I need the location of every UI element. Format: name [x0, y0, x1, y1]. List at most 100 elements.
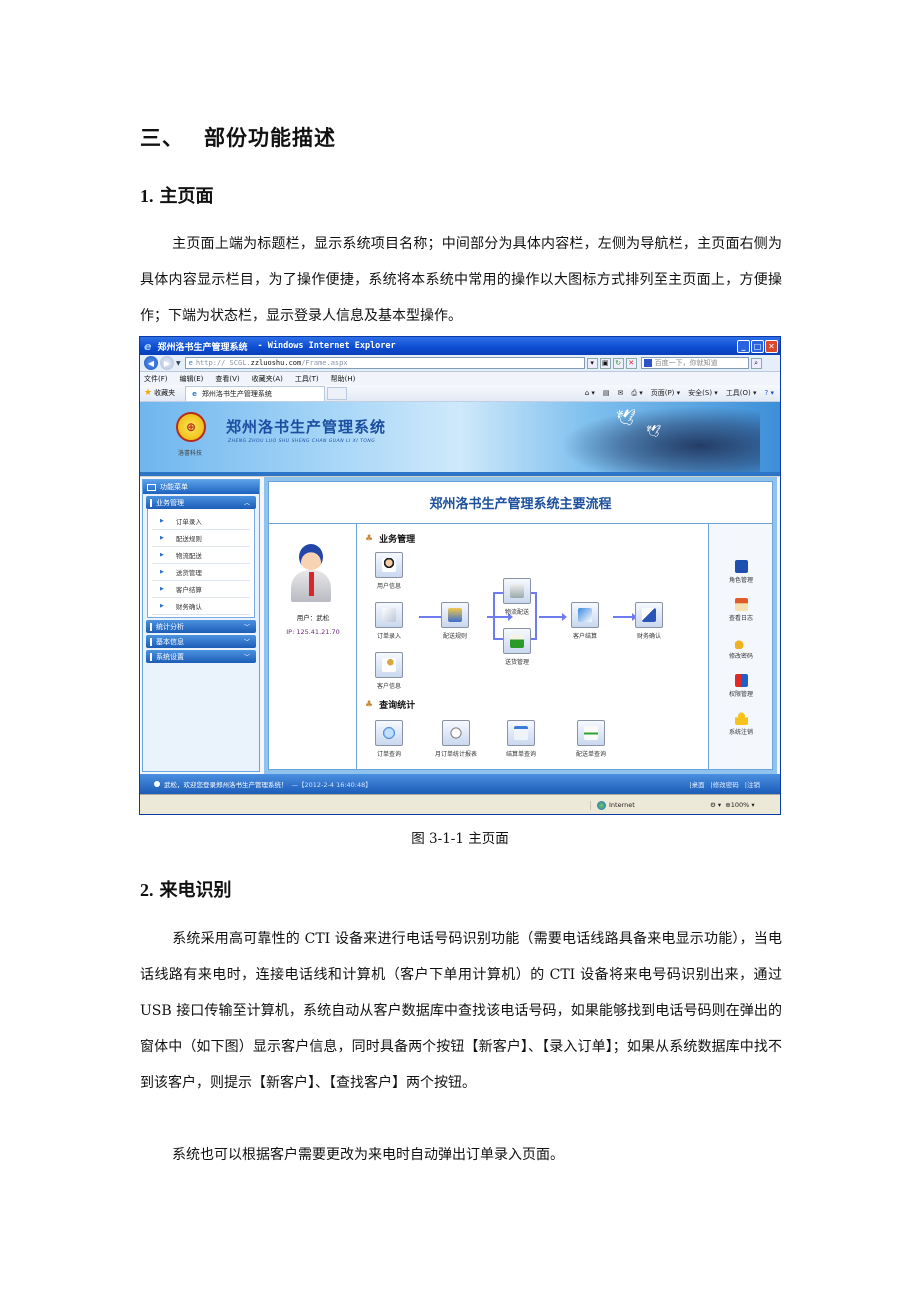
minimize-button[interactable]: _ — [737, 339, 750, 353]
item-label: 订单录入 — [175, 518, 202, 526]
home-icon[interactable]: ⌂ ▾ — [585, 389, 595, 397]
sidebar-item-settlement[interactable]: ▶ 客户结算 — [152, 581, 250, 598]
node-monthly-report[interactable]: 月订单统计报表 — [423, 720, 489, 758]
baidu-icon — [643, 359, 652, 367]
group-marker-icon — [150, 637, 152, 646]
subsection-number: 2. — [140, 880, 154, 900]
action-logout[interactable]: 系统注销 — [709, 712, 773, 736]
url-prefix: http:// SCGL. — [195, 359, 251, 367]
zoom-level[interactable]: ⚙ ▾ ⊕100% ▾ — [700, 801, 780, 809]
node-label: 月订单统计报表 — [434, 751, 477, 758]
browser-tab[interactable]: e 郑州洛书生产管理系统 — [185, 385, 326, 401]
node-settlement-query[interactable]: 结算单查询 — [495, 720, 547, 758]
sidebar-item-delivery-rule[interactable]: ▶ 配送规则 — [152, 530, 250, 547]
print-icon[interactable]: ⎙ ▾ — [631, 389, 642, 398]
item-label: 财务确认 — [175, 603, 202, 611]
compat-view-icon[interactable]: ▣ — [599, 357, 611, 369]
star-icon: ★ — [144, 388, 153, 398]
log-icon — [734, 598, 748, 611]
banner-image: 🕊 🕊 — [560, 406, 760, 472]
favorites-button[interactable]: 收藏夹 — [154, 388, 175, 398]
feeds-icon[interactable]: ▤ — [603, 389, 610, 397]
history-dropdown-icon[interactable]: ▼ — [176, 360, 181, 367]
action-label: 角色管理 — [728, 577, 753, 584]
help-menu[interactable]: ? ▾ — [765, 389, 774, 397]
node-delivery-query[interactable]: 配送单查询 — [565, 720, 617, 758]
sidebar-group-business[interactable]: 业务管理 ︿ — [146, 496, 256, 509]
sidebar-item-finance[interactable]: ▶ 财务确认 — [152, 598, 250, 615]
tab-page-icon: e — [192, 389, 197, 398]
menu-file[interactable]: 文件(F) — [144, 374, 168, 384]
desktop-link[interactable]: |桌面 — [689, 779, 704, 789]
section-label: 查询统计 — [379, 701, 416, 711]
chevron-down-icon: ﹀ — [243, 654, 250, 661]
sidebar-item-logistics[interactable]: ▶ 物流配送 — [152, 547, 250, 564]
menu-tools[interactable]: 工具(T) — [295, 374, 319, 384]
sidebar-group-basic-info[interactable]: 基本信息 ﹀ — [146, 635, 256, 648]
close-button[interactable]: ✕ — [765, 339, 778, 353]
new-tab-button[interactable] — [327, 386, 348, 400]
action-permission-mgmt[interactable]: 权限管理 — [709, 674, 773, 698]
maximize-button[interactable]: □ — [751, 339, 764, 353]
stop-icon[interactable]: ✕ — [625, 357, 637, 369]
page-menu[interactable]: 页面(P) ▾ — [651, 388, 680, 398]
sidebar-header: 功能菜单 — [143, 480, 259, 494]
search-input[interactable]: 百度一下，你就知道 — [640, 357, 749, 369]
action-change-password[interactable]: 修改密码 — [709, 636, 773, 660]
sidebar-group-statistics[interactable]: 统计分析 ﹀ — [146, 620, 256, 633]
safety-menu[interactable]: 安全(S) ▾ — [688, 388, 718, 398]
logout-link[interactable]: |注销 — [745, 779, 760, 789]
browser-status-bar: Internet ⚙ ▾ ⊕100% ▾ — [140, 794, 780, 814]
flow-diagram: 郑州洛书生产管理系统主要流程 用户：武松 IP: 125.41.21.70 ♣ … — [268, 481, 773, 770]
logout-figure-icon — [734, 712, 748, 725]
paragraph-caller-id: 系统采用高可靠性的 CTI 设备来进行电话号码识别功能（需要电话线路具备来电显示… — [140, 921, 782, 1101]
node-user-info[interactable]: 用户信息 — [363, 552, 415, 590]
figure-screenshot: e 郑州洛书生产管理系统 - Windows Internet Explorer… — [139, 336, 781, 815]
menu-edit[interactable]: 编辑(E) — [180, 374, 204, 384]
item-label: 物流配送 — [175, 552, 202, 560]
search-icon[interactable]: ⌕ — [750, 357, 762, 369]
menu-bar: 文件(F) 编辑(E) 查看(V) 收藏夹(A) 工具(T) 帮助(H) — [140, 372, 780, 385]
action-role-mgmt[interactable]: 角色管理 — [709, 560, 773, 584]
sidebar-group-settings[interactable]: 系统设置 ﹀ — [146, 650, 256, 663]
sidebar-item-order-entry[interactable]: ▶ 订单录入 — [152, 513, 250, 530]
window-titlebar: e 郑州洛书生产管理系统 - Windows Internet Explorer… — [140, 337, 780, 355]
node-finance[interactable]: 财务确认 — [623, 602, 675, 640]
favorites-bar: ★ 收藏夹 e 郑州洛书生产管理系统 ⌂ ▾ ▤ ✉ ⎙ ▾ 页面(P) ▾ 安… — [140, 385, 780, 402]
node-order-entry[interactable]: 订单录入 — [363, 602, 415, 640]
group-marker-icon — [150, 498, 152, 507]
node-delivery-mgmt[interactable]: 送货管理 — [491, 628, 543, 666]
sidebar-submenu: ▶ 订单录入 ▶ 配送规则 ▶ 物流配送 ▶ 送货管理 ▶ 客户结算 ▶ 财务确认 — [147, 509, 255, 618]
forward-button[interactable]: ▶ — [160, 356, 174, 370]
tools-menu[interactable]: 工具(O) ▾ — [726, 388, 757, 398]
action-view-log[interactable]: 查看日志 — [709, 598, 773, 622]
sidebar-item-delivery-mgmt[interactable]: ▶ 送货管理 — [152, 564, 250, 581]
node-label: 订单录入 — [376, 633, 401, 640]
node-logistics[interactable]: 物流配送 — [491, 578, 543, 616]
refresh-icon[interactable]: ↻ — [612, 357, 624, 369]
pin-icon: ♣ — [365, 699, 374, 710]
menu-view[interactable]: 查看(V) — [215, 374, 239, 384]
section-number: 三、 — [140, 126, 184, 150]
figure-caption: 图 3-1-1 主页面 — [411, 831, 509, 847]
mail-icon[interactable]: ✉ — [618, 389, 624, 397]
paragraph-main-page: 主页面上端为标题栏，显示系统项目名称；中间部分为具体内容栏，左侧为导航栏，主页面… — [140, 226, 782, 334]
bullet-icon: ▶ — [160, 586, 164, 592]
url-input[interactable]: e http:// SCGL. zzluoshu.com/Frame.aspx — [184, 357, 585, 369]
node-customer-info[interactable]: 客户信息 — [363, 652, 415, 690]
node-label: 财务确认 — [636, 633, 661, 640]
change-password-link[interactable]: |修改密码 — [711, 779, 739, 789]
node-settlement[interactable]: 客户结算 — [559, 602, 611, 640]
back-button[interactable]: ◀ — [144, 356, 158, 370]
tab-label: 郑州洛书生产管理系统 — [201, 389, 272, 398]
paragraph-text: 系统也可以根据客户需要更改为来电时自动弹出订单录入页面。 — [172, 1147, 564, 1163]
node-label: 订单查询 — [376, 751, 401, 758]
node-delivery-rule[interactable]: 配送规则 — [429, 602, 481, 640]
bullet-icon: ▶ — [160, 518, 164, 524]
url-dropdown-icon[interactable]: ▾ — [586, 357, 598, 369]
subsection-title: 来电识别 — [159, 880, 232, 901]
menu-favorites[interactable]: 收藏夹(A) — [252, 374, 283, 384]
menu-help[interactable]: 帮助(H) — [331, 374, 356, 384]
node-order-query[interactable]: 订单查询 — [363, 720, 415, 758]
user-panel: 用户：武松 IP: 125.41.21.70 — [269, 524, 357, 769]
